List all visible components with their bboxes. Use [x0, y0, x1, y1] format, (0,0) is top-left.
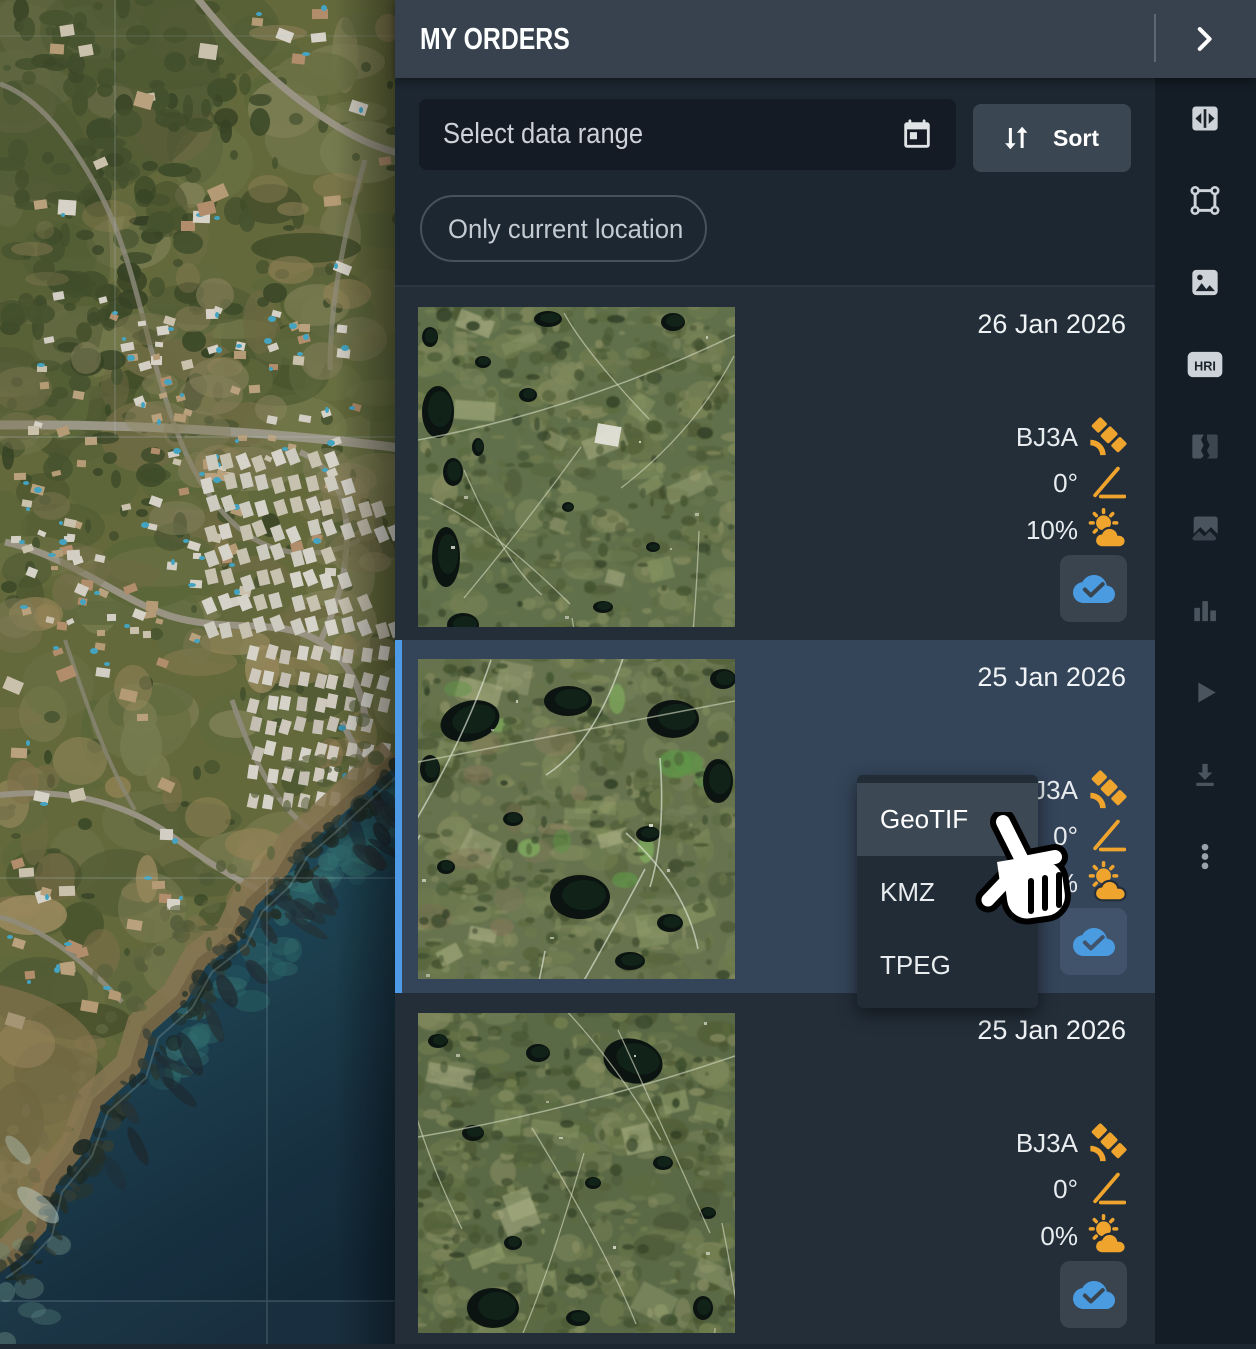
svg-text:HRI: HRI [1194, 360, 1216, 374]
